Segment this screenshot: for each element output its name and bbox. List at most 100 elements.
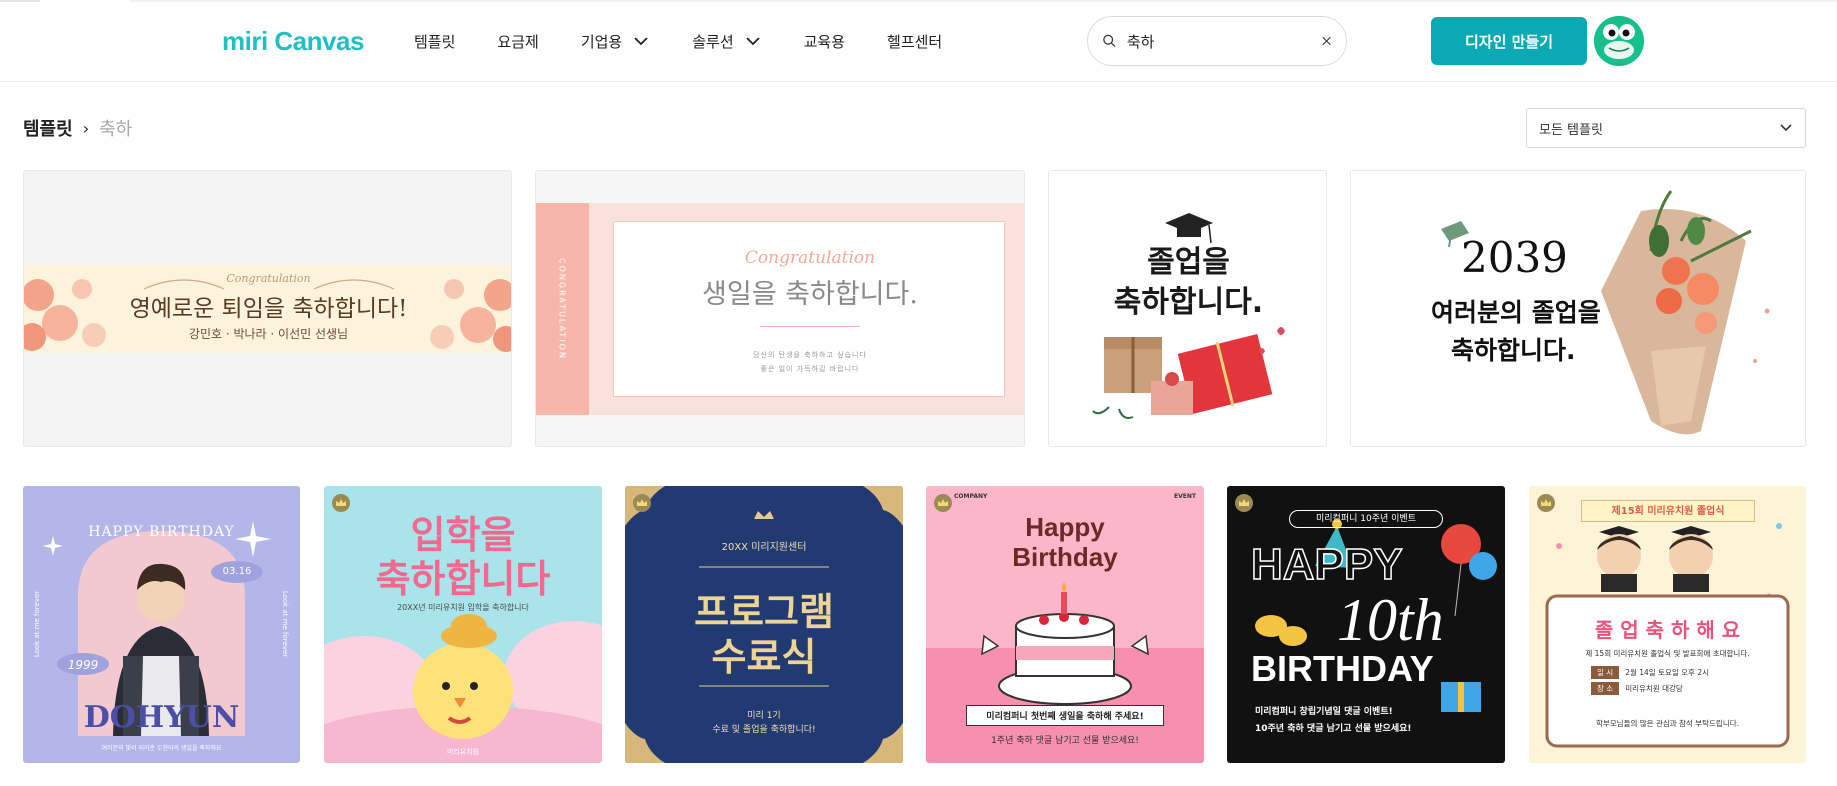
template-card-idol-birthday[interactable]: HAPPY BIRTHDAY 03.16 1999 DOHYUN Look at… xyxy=(23,486,300,763)
card-date-value: 2월 14일 토요일 오후 2시 xyxy=(1625,668,1710,677)
nav-item-label: 솔루션 xyxy=(692,32,734,51)
main-nav: 템플릿 요금제 기업용 솔루션 교육용 헬프센터 xyxy=(414,24,984,58)
premium-crown-icon xyxy=(332,494,350,512)
card-badge: 미리컴퍼니 10주년 이벤트 xyxy=(1289,510,1443,528)
inner-frame: Congratulation 생일을 축하합니다. 당신의 탄생을 축하하고 싶… xyxy=(613,221,1005,397)
template-card-completion[interactable]: 20XX 미리지원센터 프로그램 수료식 미리 1기 수료 및 졸업을 축하합니… xyxy=(625,486,903,763)
card-line-2: 10주년 축하 댓글 남기고 선물 받으세요! xyxy=(1255,724,1412,734)
card-title-line-2: 축하합니다. xyxy=(1113,285,1264,320)
card-preview: CONGRATULATION Congratulation 생일을 축하합니다.… xyxy=(536,203,1024,415)
card-tenth: 10th xyxy=(1337,587,1444,653)
template-card-graduation[interactable]: 졸업을 축하합니다. xyxy=(1048,170,1327,447)
card-event: EVENT xyxy=(1174,493,1196,500)
card-line-1: 미리컴퍼니 창립기념일 댓글 이벤트! xyxy=(1255,707,1393,717)
card-title: 생일을 축하합니다. xyxy=(702,279,918,310)
nav-item-enterprise[interactable]: 기업용 xyxy=(581,31,650,52)
nav-item-help[interactable]: 헬프센터 xyxy=(887,31,942,52)
card-script: Congratulation xyxy=(744,248,876,268)
card-title-line-2: 축하합니다. xyxy=(1451,336,1576,365)
card-line-2: 좋은 일이 가득하길 바랍니다 xyxy=(760,365,860,373)
card-date-label: 일 시 xyxy=(1591,666,1620,679)
premium-crown-icon xyxy=(1235,494,1253,512)
nav-item-label: 기업용 xyxy=(580,32,623,51)
banner-title: 영예로운 퇴임을 축하합니다! xyxy=(129,296,408,322)
card-date: 03.16 xyxy=(222,566,252,577)
card-title-line-2: Birthday xyxy=(1012,542,1118,572)
avatar[interactable] xyxy=(1594,16,1644,66)
nav-item-label: 헬프센터 xyxy=(887,32,943,51)
chevron-down-icon xyxy=(745,37,760,46)
card-place-label: 장 소 xyxy=(1591,682,1620,695)
card-invite: 제 15회 미리유치원 졸업식 및 발표회에 초대합니다. xyxy=(1585,649,1750,658)
nav-item-label: 템플릿 xyxy=(414,32,456,51)
card-sub-line-2: 수료 및 졸업을 축하합니다! xyxy=(712,725,816,735)
card-company: COMPANY xyxy=(954,493,988,500)
card-org: 20XX 미리지원센터 xyxy=(721,542,807,553)
premium-crown-icon xyxy=(633,494,651,512)
chevron-down-icon xyxy=(634,37,648,46)
card-birthday: BIRTHDAY xyxy=(1251,648,1434,689)
nav-item-label: 교육용 xyxy=(803,32,846,51)
card-happy: HAPPY xyxy=(1250,539,1403,590)
top-divider xyxy=(0,0,40,2)
nav-item-label: 요금제 xyxy=(497,32,539,51)
card-footer: 여러분의 빛이 되어준 도현이의 생일을 축하해요 xyxy=(101,745,222,752)
card-divider xyxy=(760,326,860,327)
nav-item-pricing[interactable]: 요금제 xyxy=(497,31,538,52)
premium-crown-icon xyxy=(1537,494,1555,512)
chevron-down-icon xyxy=(1780,124,1792,132)
card-year: 2039 xyxy=(1461,233,1568,282)
card-footer: 학부모님들의 많은 관심과 참석 부탁드립니다. xyxy=(1595,719,1740,728)
search-input[interactable] xyxy=(1126,32,1321,50)
banner-subtitle: 강민호 · 박나라 · 이선민 선생님 xyxy=(188,327,349,341)
search-box[interactable] xyxy=(1087,16,1347,66)
template-card-birthday-congrats[interactable]: CONGRATULATION Congratulation 생일을 축하합니다.… xyxy=(535,170,1025,447)
card-subtitle: 미리컴퍼니 첫번째 생일을 축하해 주세요! xyxy=(966,705,1164,726)
banner-script: Congratulation xyxy=(226,272,311,285)
side-strip: CONGRATULATION xyxy=(536,203,589,415)
card-title: 졸 업 축 하 해 요 xyxy=(1594,618,1741,642)
card-title-line-2: 수료식 xyxy=(711,634,817,679)
card-title-line-1: 여러분의 졸업을 xyxy=(1431,298,1601,327)
premium-crown-icon xyxy=(934,494,952,512)
card-title-line-2: 축하합니다 xyxy=(375,557,551,601)
top-header: miri Canvas 템플릿 요금제 기업용 솔루션 교육용 헬프센터 디자인… xyxy=(0,0,1837,82)
card-footer: 미리유치원 xyxy=(446,748,480,756)
card-name: DOHYUN xyxy=(83,700,240,735)
nav-item-education[interactable]: 교육용 xyxy=(804,31,845,52)
clear-icon[interactable] xyxy=(1321,32,1332,50)
logo-text: miri Canvas xyxy=(222,25,364,56)
template-card-company-birthday[interactable]: COMPANY EVENT Happy Birthday 미리컴퍼니 첫번째 생… xyxy=(926,486,1204,763)
card-title-line-1: Happy xyxy=(1025,512,1105,542)
filter-selected-value: 모든 템플릿 xyxy=(1539,122,1603,138)
side-strip-text: CONGRATULATION xyxy=(557,258,567,360)
search-icon[interactable] xyxy=(1102,29,1117,53)
card-side-left: Look at me forever xyxy=(33,590,41,658)
breadcrumb-current: 축하 xyxy=(99,119,133,140)
template-card-10th-anniversary[interactable]: 미리컴퍼니 10주년 이벤트 HAPPY 10th BIRTHDAY 미리컴퍼니… xyxy=(1227,486,1505,763)
frog-avatar-icon xyxy=(1594,16,1644,66)
card-footer: 1주년 축하 댓글 남기고 선물 받으세요! xyxy=(991,736,1139,746)
logo[interactable]: miri Canvas xyxy=(222,24,364,58)
card-title-line-1: 졸업을 xyxy=(1147,245,1230,280)
banner-preview: Congratulation 영예로운 퇴임을 축하합니다! 강민호 · 박나라… xyxy=(24,265,511,353)
card-line-1: 당신의 탄생을 축하하고 싶습니다 xyxy=(753,351,867,359)
card-banner: 제15회 미리유치원 졸업식 xyxy=(1581,500,1755,522)
card-place-row: 장 소 미리유치원 대강당 xyxy=(1591,682,1683,695)
chevron-right-icon: › xyxy=(82,118,90,138)
breadcrumb-root[interactable]: 템플릿 xyxy=(23,115,73,141)
card-sub-line-1: 미리 1기 xyxy=(747,711,781,721)
template-filter-select[interactable]: 모든 템플릿 xyxy=(1526,108,1806,148)
nav-item-solutions[interactable]: 솔루션 xyxy=(692,31,761,52)
card-place-value: 미리유치원 대강당 xyxy=(1625,684,1683,693)
card-year: 1999 xyxy=(67,658,99,672)
create-design-button[interactable]: 디자인 만들기 xyxy=(1431,17,1587,65)
template-card-retirement[interactable]: Congratulation 영예로운 퇴임을 축하합니다! 강민호 · 박나라… xyxy=(23,170,512,447)
nav-item-templates[interactable]: 템플릿 xyxy=(414,31,455,52)
card-top-text: HAPPY BIRTHDAY xyxy=(88,524,235,540)
card-subtitle: 20XX년 미리유치원 입학을 축하합니다 xyxy=(397,603,529,612)
breadcrumb: 템플릿 › 축하 xyxy=(23,115,132,141)
template-card-admission[interactable]: 입학을 축하합니다 20XX년 미리유치원 입학을 축하합니다 미리유치원 xyxy=(324,486,602,763)
template-card-graduation-bouquet[interactable]: 2039 여러분의 졸업을 축하합니다. xyxy=(1350,170,1806,447)
template-card-kindergarten-graduation[interactable]: 제15회 미리유치원 졸업식 졸 업 축 하 해 요 제 15회 미리유치원 졸… xyxy=(1529,486,1806,763)
